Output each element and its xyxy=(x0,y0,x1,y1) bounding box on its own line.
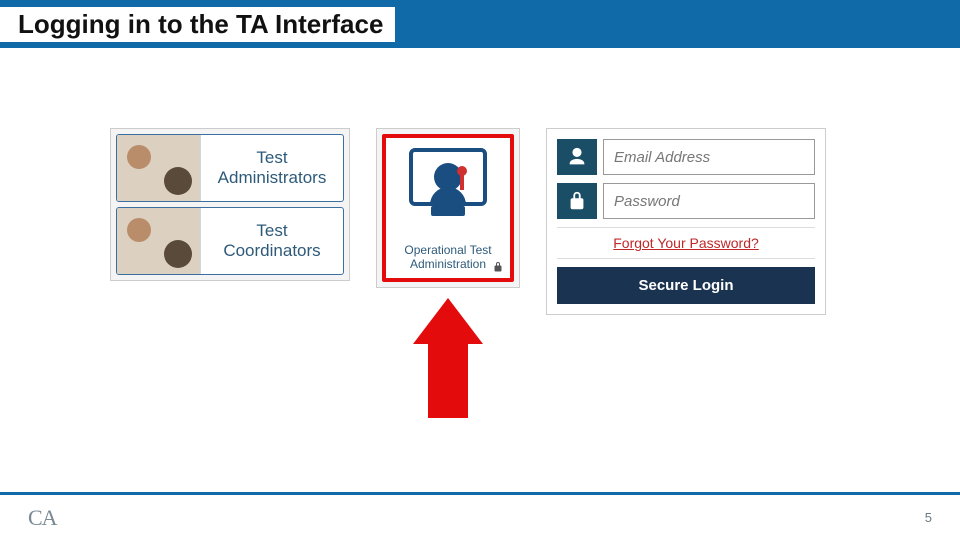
role-selection-panel: Test Administrators Test Coordinators xyxy=(110,128,350,281)
secure-login-button[interactable]: Secure Login xyxy=(557,267,815,304)
role-label: Test Coordinators xyxy=(201,221,343,260)
slide-footer: CA 5 xyxy=(0,492,960,540)
email-row: Email Address xyxy=(557,139,815,175)
role-thumb-admins xyxy=(117,135,201,201)
main-content: Test Administrators Test Coordinators Op… xyxy=(0,48,960,418)
lock-field-icon xyxy=(557,183,597,219)
role-card-test-administrators[interactable]: Test Administrators xyxy=(116,134,344,202)
role-label: Test Administrators xyxy=(201,148,343,187)
app-card-column: Operational Test Administration xyxy=(376,128,520,418)
login-form: Email Address Password Forgot Your Passw… xyxy=(546,128,826,315)
lock-icon xyxy=(492,260,504,272)
user-icon xyxy=(557,139,597,175)
key-icon xyxy=(457,166,467,176)
up-arrow-icon xyxy=(413,298,483,418)
operational-test-admin-card[interactable]: Operational Test Administration xyxy=(382,134,514,282)
monitor-icon xyxy=(409,148,487,206)
app-card-panel: Operational Test Administration xyxy=(376,128,520,288)
role-card-test-coordinators[interactable]: Test Coordinators xyxy=(116,207,344,275)
email-field[interactable]: Email Address xyxy=(603,139,815,175)
app-card-label: Operational Test Administration xyxy=(392,244,504,272)
page-number: 5 xyxy=(925,510,932,525)
page-title: Logging in to the TA Interface xyxy=(0,7,395,42)
password-row: Password xyxy=(557,183,815,219)
forgot-password-link[interactable]: Forgot Your Password? xyxy=(557,227,815,259)
role-thumb-coordinators xyxy=(117,208,201,274)
slide-header: Logging in to the TA Interface xyxy=(0,0,960,48)
password-field[interactable]: Password xyxy=(603,183,815,219)
footer-logo: CA xyxy=(28,505,57,531)
